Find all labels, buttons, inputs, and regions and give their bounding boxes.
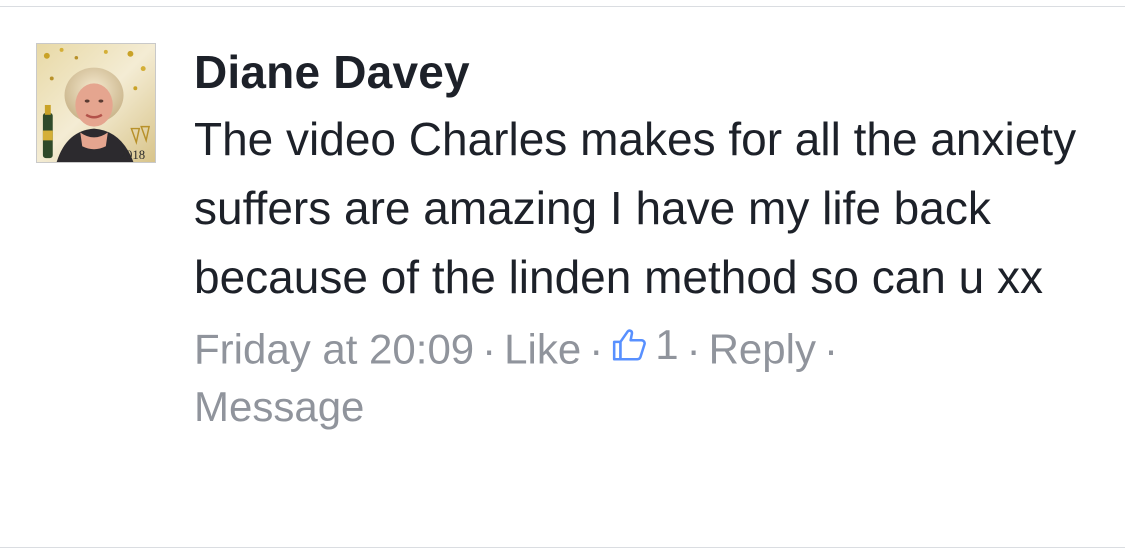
separator: ·	[482, 325, 497, 373]
avatar[interactable]: 2018	[36, 43, 156, 163]
like-count[interactable]: 1	[611, 316, 679, 373]
separator: ·	[823, 325, 838, 373]
like-count-value: 1	[655, 321, 679, 368]
comment: Diane Davey The video Charles makes for …	[194, 42, 1094, 435]
separator: ·	[686, 325, 701, 373]
comment-text: The video Charles makes for all the anxi…	[194, 113, 1077, 303]
thumbs-up-icon	[613, 328, 647, 361]
top-divider	[0, 6, 1125, 7]
like-button[interactable]: Like	[504, 326, 581, 373]
separator: ·	[589, 325, 604, 373]
avatar-year-text: 2018	[120, 148, 146, 162]
bottom-divider	[0, 547, 1125, 548]
comment-meta: Friday at 20:09 · Like · 1 · Reply · Message	[194, 316, 1094, 435]
reply-button[interactable]: Reply	[709, 326, 816, 373]
avatar-image: 2018	[37, 44, 155, 162]
message-button[interactable]: Message	[194, 383, 364, 430]
comment-timestamp[interactable]: Friday at 20:09	[194, 326, 474, 373]
author-name[interactable]: Diane Davey	[194, 42, 1094, 102]
